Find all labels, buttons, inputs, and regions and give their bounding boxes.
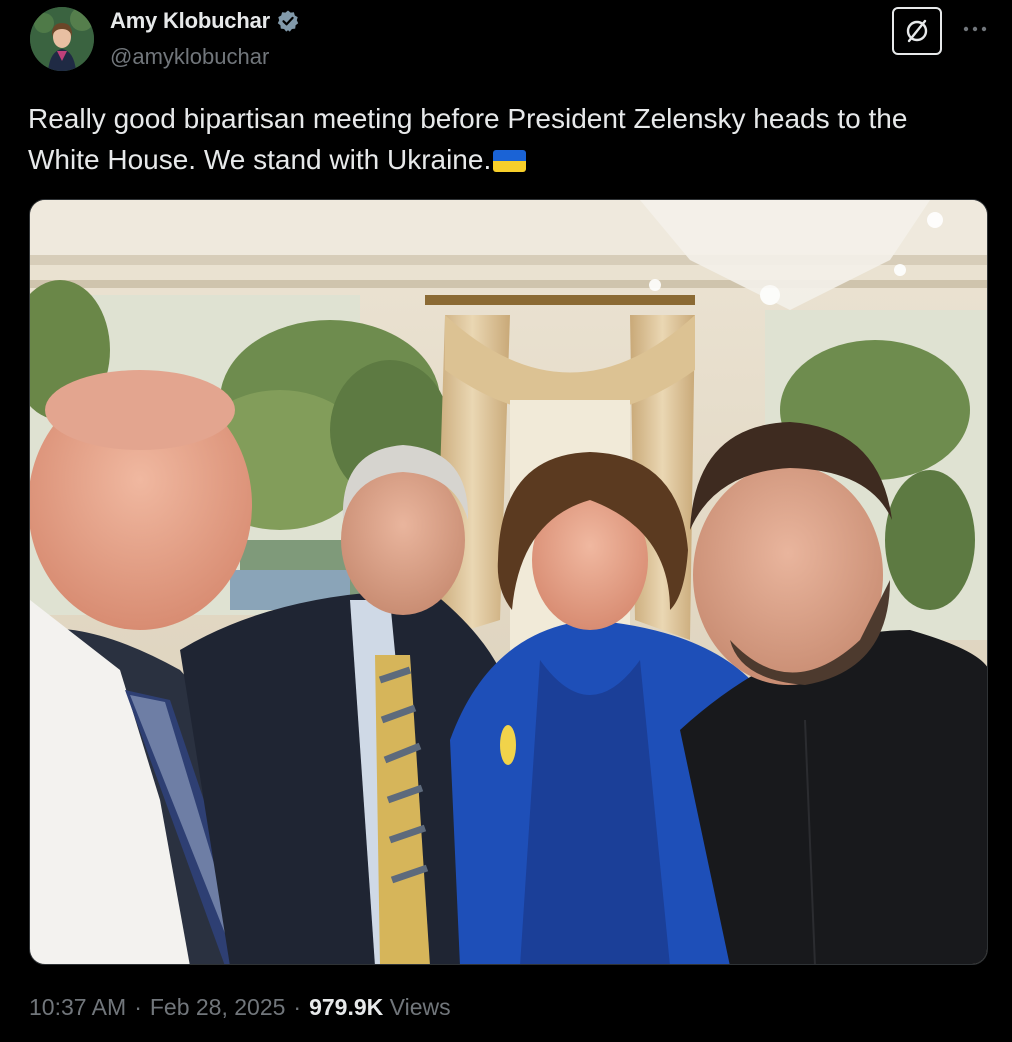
views-label: Views bbox=[389, 994, 451, 1020]
grok-button[interactable] bbox=[892, 7, 942, 55]
verified-badge-icon bbox=[276, 9, 300, 33]
group-photo-image bbox=[30, 200, 987, 964]
meta-separator: · bbox=[293, 994, 302, 1020]
avatar[interactable] bbox=[30, 7, 94, 71]
meta-separator: · bbox=[134, 994, 142, 1020]
author-handle[interactable]: @amyklobuchar bbox=[110, 44, 269, 70]
avatar-image bbox=[30, 7, 94, 71]
tweet: Amy Klobuchar @amyklobuchar Really good … bbox=[0, 0, 1012, 1042]
tweet-meta: 10:37 AM · Feb 28, 2025 · 979.9K Views bbox=[29, 994, 451, 1021]
more-button[interactable] bbox=[960, 14, 990, 44]
tweet-text-content: Really good bipartisan meeting before Pr… bbox=[28, 103, 908, 175]
more-icon bbox=[963, 26, 987, 32]
tweet-text: Really good bipartisan meeting before Pr… bbox=[28, 98, 978, 180]
author-name-row[interactable]: Amy Klobuchar bbox=[110, 8, 300, 34]
tweet-time[interactable]: 10:37 AM bbox=[29, 994, 126, 1021]
display-name[interactable]: Amy Klobuchar bbox=[110, 8, 270, 34]
tweet-date[interactable]: Feb 28, 2025 bbox=[150, 994, 286, 1021]
grok-icon bbox=[906, 19, 928, 43]
tweet-photo[interactable] bbox=[29, 199, 988, 965]
ukraine-flag-icon bbox=[493, 150, 527, 172]
views-count: 979.9K bbox=[309, 994, 384, 1020]
